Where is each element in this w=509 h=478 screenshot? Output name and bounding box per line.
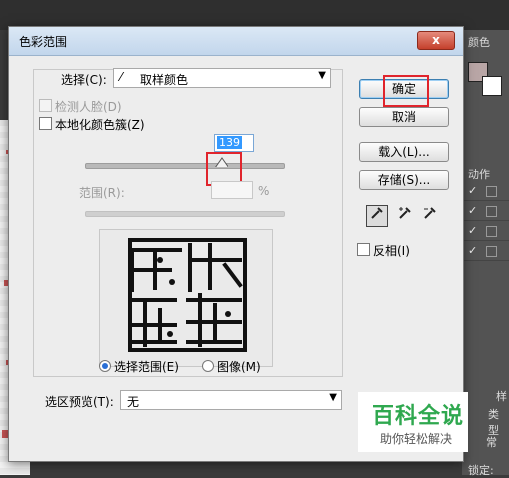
range-unit: %	[258, 184, 270, 198]
radio-selection-label: 选择范围(E)	[114, 360, 179, 374]
selection-preview-dropdown[interactable]: 无 ▼	[120, 390, 342, 410]
fuzziness-input[interactable]: 139	[214, 134, 254, 152]
close-button[interactable]: x	[417, 31, 455, 50]
tab-actions[interactable]: 动作	[468, 166, 490, 182]
eyedropper-tool-button[interactable]	[366, 205, 388, 227]
fuzziness-value: 139	[217, 136, 242, 149]
select-value: 取样颜色	[140, 73, 189, 87]
action-row[interactable]: ✓	[464, 182, 509, 201]
select-dropdown[interactable]: ⁄ 取样颜色 ▼	[113, 68, 331, 88]
eyedropper-icon: ⁄	[120, 70, 123, 84]
seal-preview-image	[100, 230, 272, 366]
invert-checkbox[interactable]	[357, 243, 370, 256]
radio-image-label: 图像(M)	[217, 360, 261, 374]
fuzziness-slider-track[interactable]	[85, 163, 285, 169]
detect-faces-checkbox[interactable]	[39, 99, 52, 112]
action-row[interactable]: ✓	[464, 242, 509, 261]
action-row[interactable]: ✓	[464, 202, 509, 221]
add-to-sample-button[interactable]	[394, 205, 416, 227]
watermark-sub-text: 助你轻松解决	[380, 432, 453, 446]
eyedropper-plus-icon	[399, 207, 411, 219]
watermark-main-text: 百科全说	[372, 404, 465, 429]
dialog-toggle[interactable]	[486, 206, 497, 217]
load-button[interactable]: 载入(L)...	[359, 142, 449, 162]
dialog-title: 色彩范围	[19, 35, 68, 49]
select-label: 选择(C):	[61, 73, 107, 87]
dialog-toggle[interactable]	[486, 186, 497, 197]
chevron-down-icon: ▼	[318, 70, 326, 81]
range-slider-track[interactable]	[85, 211, 285, 217]
background-color-swatch[interactable]	[482, 76, 502, 96]
dialog-titlebar[interactable]: 色彩范围 x	[9, 27, 463, 56]
tab-styles[interactable]: 样	[496, 388, 507, 404]
eyedropper-icon	[371, 207, 383, 219]
chevron-down-icon: ▼	[329, 392, 337, 403]
ok-highlight-box	[383, 75, 429, 107]
radio-image[interactable]	[202, 360, 214, 372]
subtract-from-sample-button[interactable]	[419, 205, 441, 227]
dialog-toggle[interactable]	[486, 246, 497, 257]
selection-preview	[99, 229, 273, 367]
localized-clusters-checkbox[interactable]	[39, 117, 52, 130]
cancel-button[interactable]: 取消	[359, 107, 449, 127]
right-panel: 颜色 动作 ✓ ✓ ✓ ✓ 样 类型 常 锁定:	[462, 30, 509, 477]
selection-preview-value: 无	[127, 395, 140, 409]
watermark-logo: 百科全说 助你轻松解决	[358, 392, 468, 452]
range-input[interactable]	[211, 181, 253, 199]
radio-selection[interactable]	[99, 360, 111, 372]
range-label: 范围(R):	[79, 186, 125, 200]
dialog-toggle[interactable]	[486, 226, 497, 237]
blend-mode-label[interactable]: 常	[486, 434, 497, 450]
invert-label: 反相(I)	[373, 244, 410, 258]
detect-faces-label: 检测人脸(D)	[55, 100, 122, 114]
selection-preview-label: 选区预览(T):	[45, 395, 114, 409]
lock-label: 锁定:	[468, 464, 494, 477]
action-row[interactable]: ✓	[464, 222, 509, 241]
tab-color[interactable]: 颜色	[468, 34, 490, 50]
save-button[interactable]: 存储(S)...	[359, 170, 449, 190]
eyedropper-minus-icon	[424, 207, 436, 219]
localized-clusters-label: 本地化颜色簇(Z)	[55, 118, 145, 132]
check-icon: ✓	[468, 204, 478, 217]
check-icon: ✓	[468, 224, 478, 237]
check-icon: ✓	[468, 184, 478, 197]
check-icon: ✓	[468, 244, 478, 257]
